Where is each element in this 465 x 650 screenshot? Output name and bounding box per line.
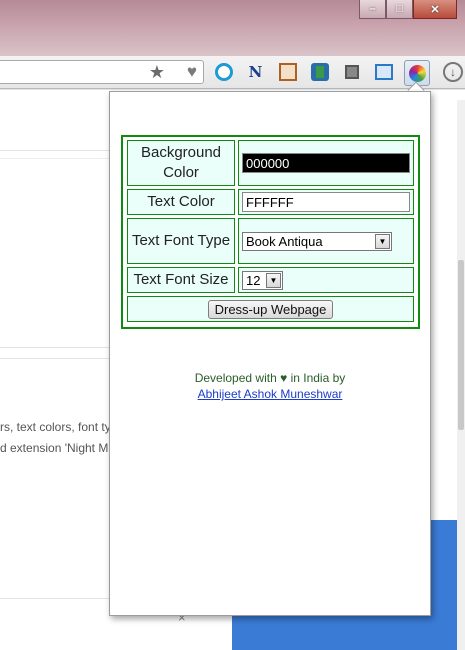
evernote-icon[interactable] [308,60,331,83]
row-background-color: Background Color [127,140,414,186]
credit-prefix: Developed with [194,371,277,385]
row-text-font-type: Text Font Type Book Antiqua ▼ [127,218,414,264]
address-bar[interactable]: ★ ♥ [0,60,204,84]
credit-line: Developed with ♥ in India by [110,371,430,385]
title-bar: – □ ✕ [0,0,465,56]
window-icon[interactable] [340,60,363,83]
text-font-size-cell: 12 ▼ [238,267,414,293]
font-size-value: 12 [246,272,261,288]
text-font-size-label: Text Font Size [127,267,235,293]
bookmark-star-icon[interactable]: ★ [149,62,165,82]
download-icon[interactable]: ↓ [443,62,463,82]
font-type-value: Book Antiqua [246,233,323,249]
submit-cell: Dress-up Webpage [127,296,414,322]
ring-icon[interactable] [212,60,235,83]
dress-up-webpage-button[interactable]: Dress-up Webpage [207,299,334,319]
row-text-font-size: Text Font Size 12 ▼ [127,267,414,293]
text-color-cell [238,189,414,215]
stack-icon[interactable] [372,60,395,83]
close-icon: ✕ [430,3,440,16]
font-type-select[interactable]: Book Antiqua ▼ [242,231,392,251]
background-color-cell [238,140,414,186]
chevron-down-icon: ▼ [375,233,390,249]
row-submit: Dress-up Webpage [127,296,414,322]
popup-footer: Developed with ♥ in India by Abhijeet As… [110,371,430,401]
minimize-button[interactable]: – [359,0,386,19]
font-size-select[interactable]: 12 ▼ [242,270,283,290]
author-link[interactable]: Abhijeet Ashok Muneshwar [110,387,430,401]
maximize-icon: □ [396,3,403,15]
window-controls: – □ ✕ [359,0,457,20]
onenote-icon[interactable]: N [244,60,267,83]
row-text-color: Text Color [127,189,414,215]
page-snippet: rs, text colors, font ty [0,420,111,434]
text-color-input[interactable] [242,192,410,212]
scroll-thumb[interactable] [458,260,464,430]
settings-form: Background Color Text Color Text Font Ty… [121,135,420,329]
text-color-label: Text Color [127,189,235,215]
close-button[interactable]: ✕ [413,0,457,19]
text-font-type-label: Text Font Type [127,218,235,264]
page-scrollbar[interactable] [457,100,465,650]
credit-suffix: in India by [290,371,346,385]
heart-icon[interactable]: ♥ [187,62,197,82]
text-font-type-cell: Book Antiqua ▼ [238,218,414,264]
extension-popup: Background Color Text Color Text Font Ty… [109,91,431,616]
minimize-icon: – [369,3,376,15]
maximize-button[interactable]: □ [386,0,413,19]
calendar-icon[interactable] [276,60,299,83]
background-color-label: Background Color [127,140,235,186]
chevron-down-icon: ▼ [266,272,281,288]
browser-toolbar: ★ ♥ N ↓ [0,56,465,89]
extension-icons: N [212,60,430,86]
heart-icon: ♥ [280,371,288,385]
page-snippet: d extension 'Night M [0,441,109,455]
background-color-input[interactable] [242,153,410,173]
